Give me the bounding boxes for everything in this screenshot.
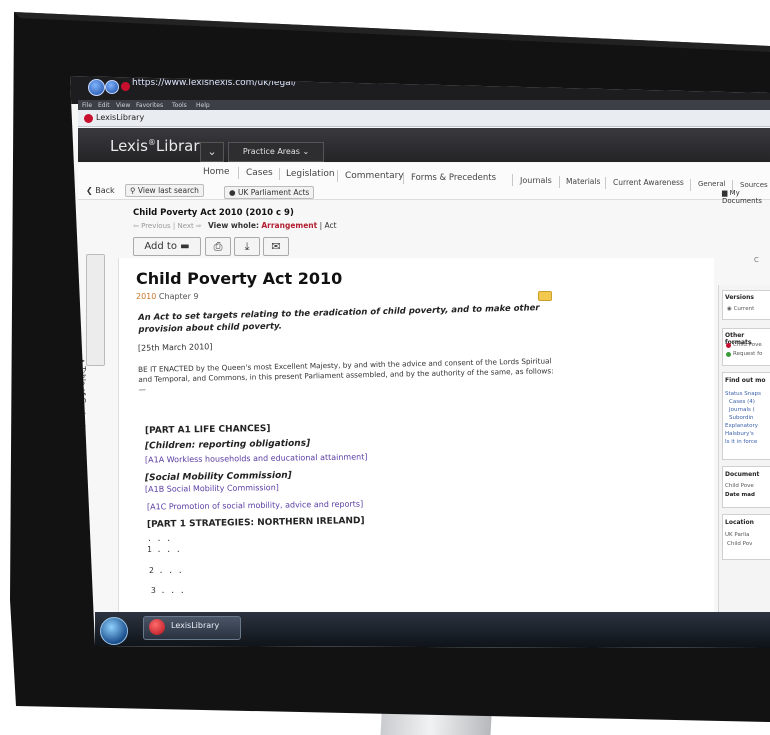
menu-favorites[interactable]: Favorites [136,102,163,109]
section-1-link[interactable]: 1 . . . [147,545,181,554]
nav-divider [690,179,691,191]
halsburys-link[interactable]: Halsbury's [725,431,754,437]
nav-home[interactable]: Home [203,167,230,177]
subordinate-link[interactable]: Subordin [729,415,754,421]
nav-commentary[interactable]: Commentary [345,171,404,181]
other-format-link-2[interactable]: Request fo [733,351,762,357]
previous-next-links[interactable]: ⇦ Previous | Next ⇨ [133,222,202,230]
search-icon: ⚲ [130,186,138,195]
folder-icon: ▆ [722,189,730,197]
site-favicon-icon [121,82,130,91]
document-short-title: Child Poverty Act 2010 (2010 c 9) [133,208,294,218]
version-current-option[interactable]: ◉ Current [727,306,754,312]
tab-favicon-icon [84,114,93,123]
nav-forms-precedents[interactable]: Forms & Precedents [411,173,496,183]
start-button-icon[interactable] [100,617,128,645]
print-icon[interactable]: ⎙ [205,237,231,256]
breadcrumb[interactable]: ● UK Parliament Acts [224,186,315,199]
nav-cases[interactable]: Cases [246,168,273,178]
nav-sources[interactable]: Sources [740,181,768,189]
browser-forward-icon[interactable] [105,80,119,94]
nav-materials[interactable]: Materials [566,177,600,186]
nav-divider [605,177,606,189]
nav-divider [238,167,239,179]
chapter-line: 2010 Chapter 9 [136,292,199,301]
browser-tabbar [78,110,770,127]
act-link[interactable]: | Act [320,221,337,230]
browser-app-icon [149,619,165,635]
page-title: Child Poverty Act 2010 [136,269,343,288]
nav-current-awareness[interactable]: Current Awareness [613,178,684,187]
back-link[interactable]: ❮ Back [86,186,115,195]
assent-date: [25th March 2010] [137,342,213,353]
taskbar-item-label: LexisLibrary [171,621,220,630]
comment-icon[interactable] [538,291,552,301]
section-2-link[interactable]: 2 . . . [149,566,183,575]
document-info-1: Child Pove [725,483,754,489]
is-it-in-force-link[interactable]: Is it in force [725,439,757,445]
location-item-1[interactable]: UK Parlia [725,532,750,538]
menu-view[interactable]: View [116,102,130,109]
other-format-link-1[interactable]: Child Pove [733,342,762,348]
chevron-down-icon[interactable]: ⌄ [200,142,224,162]
nav-divider [559,176,560,188]
cases-link[interactable]: Cases (4) [729,399,755,405]
arrow-right-icon: ⇨ [193,222,202,230]
nav-divider [337,170,338,182]
nav-general[interactable]: General [698,180,726,188]
view-whole-links: View whole: Arrangement | Act [208,221,337,230]
pdf-icon [726,343,731,348]
journals-link[interactable]: Journals ( [729,407,755,413]
section-3-link[interactable]: 3 . . . [151,586,185,595]
versions-heading: Versions [725,294,754,301]
ellipsis-text: . . . [147,534,172,543]
request-icon [726,352,731,357]
nav-journals[interactable]: Journals [520,176,552,185]
nav-divider [403,172,404,184]
document-info-2: Date mad [725,492,755,498]
explanatory-link[interactable]: Explanatory [725,423,758,429]
menu-file[interactable]: File [82,102,92,109]
download-icon[interactable]: ⤓ [234,237,260,256]
menu-help[interactable]: Help [196,102,210,109]
menu-tools[interactable]: Tools [172,102,187,109]
location-item-2[interactable]: Child Pov [727,541,752,547]
section-a1b-link[interactable]: [A1B Social Mobility Commission] [145,483,279,494]
menu-edit[interactable]: Edit [98,102,110,109]
browser-back-icon[interactable] [88,79,105,96]
nav-divider [512,174,513,186]
monitor-screen: https://www.lexisnexis.com/uk/legal/ Fil… [70,76,770,648]
location-heading: Location [725,519,754,526]
status-snapshot-link[interactable]: Status Snaps [725,391,761,397]
arrow-left-icon: ⇦ [133,222,142,230]
chevron-left-icon: ❮ [86,186,96,195]
my-documents-link[interactable]: ▆ My Documents [722,189,770,205]
email-icon[interactable]: ✉ [263,237,289,256]
info-icon: ● [229,188,238,197]
site-logo[interactable]: Lexis®Library [110,137,208,155]
add-to-button[interactable]: Add to ▬ [133,237,201,256]
nav-divider [279,168,280,180]
nav-legislation[interactable]: Legislation [286,169,335,179]
arrangement-link[interactable]: Arrangement [261,221,317,230]
practice-areas-menu[interactable]: Practice Areas ⌄ [228,142,324,162]
browser-tab[interactable]: LexisLibrary [96,113,144,122]
table-of-contents-tab[interactable] [86,254,105,366]
find-out-more-heading: Find out mo [725,377,766,384]
folder-icon: ▬ [180,241,190,252]
sidebar-top-label: C [754,256,759,264]
view-last-search-button[interactable]: ⚲ View last search [125,184,204,197]
document-heading: Document [725,471,760,478]
